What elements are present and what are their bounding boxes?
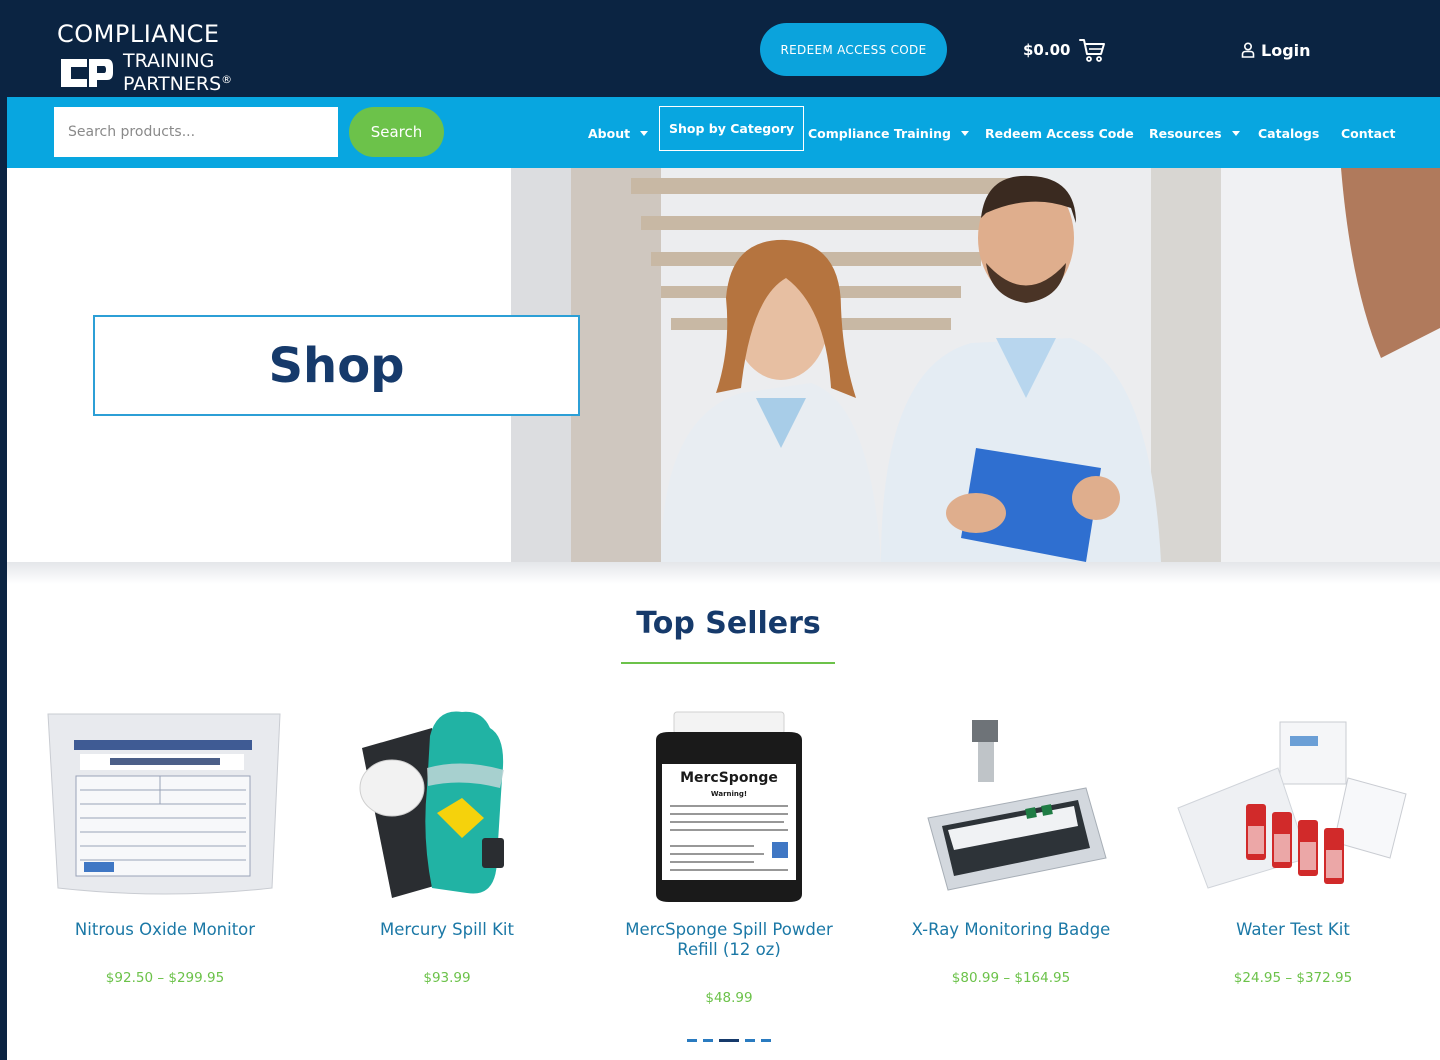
- xray-badge-image: [927, 720, 1107, 891]
- page: COMPLIANCE TRAINING PARTNERS® REDEEM ACC…: [7, 8, 1440, 1060]
- product-name[interactable]: Mercury Spill Kit: [322, 920, 572, 940]
- nav-resources[interactable]: Resources: [1149, 115, 1240, 151]
- cart-button[interactable]: $0.00: [1023, 36, 1106, 64]
- product-price: $48.99: [705, 990, 753, 1006]
- logo-text-line3: PARTNERS®: [123, 73, 233, 95]
- product-name[interactable]: Water Test Kit: [1168, 920, 1418, 940]
- user-icon: [1241, 42, 1255, 58]
- shop-title-box: Shop: [93, 315, 580, 416]
- nav-contact[interactable]: Contact: [1341, 115, 1395, 151]
- mercury-spill-kit-image: [359, 711, 504, 898]
- chevron-down-icon: [1231, 130, 1240, 136]
- product-price: $24.95 – $372.95: [1233, 970, 1353, 986]
- carousel-dot-active[interactable]: [719, 1038, 739, 1042]
- mercsponge-warning: Warning!: [711, 790, 747, 798]
- mercsponge-refill-image: MercSponge Warning!: [656, 711, 802, 902]
- nav-redeem-access-code-label: Redeem Access Code: [985, 125, 1134, 141]
- product-name[interactable]: X-Ray Monitoring Badge: [886, 920, 1136, 940]
- product-name[interactable]: Nitrous Oxide Monitor: [40, 920, 290, 940]
- search-button[interactable]: Search: [349, 107, 444, 157]
- carousel-dot[interactable]: [703, 1038, 713, 1042]
- login-link[interactable]: Login: [1241, 37, 1311, 63]
- nav-about[interactable]: About: [588, 115, 649, 151]
- login-label: Login: [1261, 40, 1311, 60]
- logo-mark-icon: [61, 59, 113, 87]
- product-price: $80.99 – $164.95: [951, 970, 1071, 986]
- chevron-down-icon: [640, 130, 649, 136]
- carousel-dot[interactable]: [761, 1038, 771, 1042]
- nav-bar: Search About Shop by Category Compliance…: [7, 97, 1440, 168]
- carousel-dot[interactable]: [687, 1038, 697, 1042]
- nav-shop-by-category[interactable]: Shop by Category: [659, 106, 805, 151]
- site-logo[interactable]: COMPLIANCE TRAINING PARTNERS®: [55, 16, 245, 95]
- cart-amount: $0.00: [1023, 41, 1071, 59]
- nitrous-oxide-monitor-image: [47, 713, 281, 895]
- logo-text-line1: COMPLIANCE: [57, 20, 220, 48]
- top-bar: COMPLIANCE TRAINING PARTNERS® REDEEM ACC…: [7, 8, 1440, 97]
- water-test-kit-image: [1177, 721, 1407, 889]
- nav-redeem-access-code[interactable]: Redeem Access Code: [985, 115, 1134, 151]
- top-sellers-title: Top Sellers: [636, 606, 821, 641]
- nav-shop-by-category-label: Shop by Category: [669, 121, 795, 136]
- hero-banner: Shop: [7, 168, 1440, 562]
- nav-compliance-training[interactable]: Compliance Training: [808, 115, 969, 151]
- chevron-down-icon: [960, 130, 969, 136]
- nav-resources-label: Resources: [1149, 125, 1222, 141]
- carousel-dot[interactable]: [745, 1038, 755, 1042]
- nav-compliance-training-label: Compliance Training: [808, 125, 951, 141]
- search-input[interactable]: [54, 107, 338, 157]
- product-price: $92.50 – $299.95: [105, 970, 225, 986]
- browser-frame: COMPLIANCE TRAINING PARTNERS® REDEEM ACC…: [0, 0, 1440, 1060]
- nav-catalogs-label: Catalogs: [1258, 125, 1320, 141]
- nav-contact-label: Contact: [1341, 125, 1396, 141]
- redeem-access-code-button[interactable]: REDEEM ACCESS CODE: [760, 23, 947, 76]
- cart-icon: [1079, 39, 1106, 62]
- mercsponge-label: MercSponge: [680, 770, 778, 786]
- product-name[interactable]: MercSponge Spill Powder Refill (12 oz): [604, 920, 854, 960]
- top-sellers-underline: [621, 662, 835, 664]
- carousel-pagination: [687, 1038, 771, 1042]
- logo-text-line2: TRAINING: [123, 50, 215, 72]
- nav-catalogs[interactable]: Catalogs: [1258, 115, 1319, 151]
- hero-divider: [7, 562, 1440, 584]
- page-title: Shop: [268, 337, 405, 394]
- product-price: $93.99: [423, 970, 471, 986]
- hero-photo-image: [511, 168, 1440, 562]
- nav-about-label: About: [588, 125, 631, 141]
